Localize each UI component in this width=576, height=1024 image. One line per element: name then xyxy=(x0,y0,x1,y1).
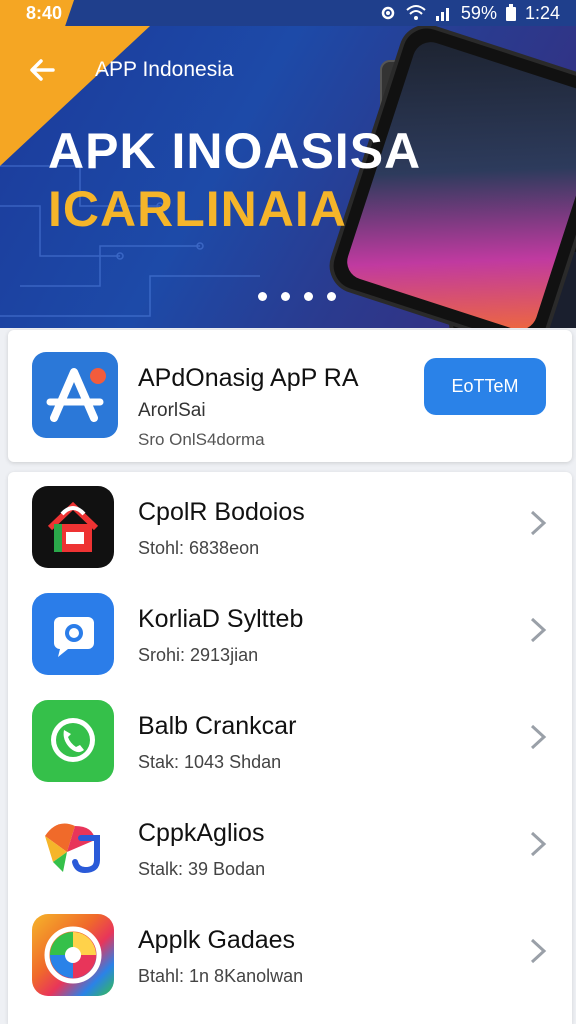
app-title: Balb Crankcar xyxy=(138,712,297,740)
app-meta: Stalk: 39 Bodan xyxy=(138,859,266,879)
list-item[interactable]: Applk Gadaes Btahl: 1n 8Kanolwan xyxy=(8,900,572,1006)
carousel-dot[interactable] xyxy=(327,292,336,301)
chevron-right-icon xyxy=(530,617,547,643)
hero-banner[interactable]: APP Indonesia APK INOASISA ICARLINAIA xyxy=(0,26,576,328)
list-item[interactable]: KorliaD Syltteb Srohi: 2913jian xyxy=(8,579,572,685)
rainbow-circle-icon xyxy=(32,914,114,996)
app-meta: Stak: 1043 Shdan xyxy=(138,752,282,772)
status-bar: 8:40 59% 1:24 xyxy=(0,0,576,26)
app-meta: Stohl: 6838eon xyxy=(138,538,260,558)
app-meta: Srohi: 2913jian xyxy=(138,645,259,665)
featured-app-card[interactable]: APdOnasig ApP RA ArorlSai Sro OnlS4dorma… xyxy=(8,330,572,462)
battery-icon xyxy=(505,4,517,22)
back-arrow-icon[interactable] xyxy=(22,50,62,90)
carousel-dots[interactable] xyxy=(258,292,336,301)
carousel-dot[interactable] xyxy=(258,292,267,301)
hero-headline-line1: APK INOASISA xyxy=(48,123,422,179)
list-item[interactable]: CppkAglios Stalk: 39 Bodan xyxy=(8,793,572,899)
wifi-icon xyxy=(405,4,427,22)
app-title: CppkAglios xyxy=(138,819,265,847)
home-icon xyxy=(32,486,114,568)
chevron-right-icon xyxy=(530,938,547,964)
app-title: Applk Gadaes xyxy=(138,926,296,954)
featured-app-title: APdOnasig ApP RA xyxy=(138,364,359,392)
app-list: CpolR Bodoios Stohl: 6838eon KorliaD Syl… xyxy=(8,472,572,1024)
status-icons: 59% 1:24 xyxy=(379,3,560,24)
hero-nav-title: APP Indonesia xyxy=(95,58,234,81)
colorful-j-icon xyxy=(32,807,114,889)
chevron-right-icon xyxy=(530,724,547,750)
clock: 1:24 xyxy=(524,2,560,23)
featured-app-subtitle: ArorlSai xyxy=(138,400,206,421)
battery-percent: 59% xyxy=(460,2,497,23)
carousel-dot[interactable] xyxy=(304,292,313,301)
chat-camera-icon xyxy=(32,593,114,675)
app-title: KorliaD Syltteb xyxy=(138,605,304,633)
install-button[interactable]: EoTTeM xyxy=(424,358,546,415)
app-meta: Btahl: 1n 8Kanolwan xyxy=(138,966,304,986)
hero-headline: APK INOASISA ICARLINAIA xyxy=(48,122,421,238)
list-item[interactable]: Balb Crankcar Stak: 1043 Shdan xyxy=(8,686,572,792)
featured-app-meta: Sro OnlS4dorma xyxy=(138,430,265,449)
phone-icon xyxy=(32,700,114,782)
chevron-right-icon xyxy=(530,831,547,857)
list-item[interactable]: CpolR Bodoios Stohl: 6838eon xyxy=(8,472,572,578)
status-time: 8:40 xyxy=(0,0,75,26)
chevron-right-icon xyxy=(530,510,547,536)
hero-headline-line2: ICARLINAIA xyxy=(48,181,347,237)
carousel-dot[interactable] xyxy=(281,292,290,301)
app-store-icon xyxy=(32,352,118,438)
app-title: CpolR Bodoios xyxy=(138,498,305,526)
signal-icon xyxy=(435,4,453,22)
gear-icon xyxy=(379,4,397,22)
